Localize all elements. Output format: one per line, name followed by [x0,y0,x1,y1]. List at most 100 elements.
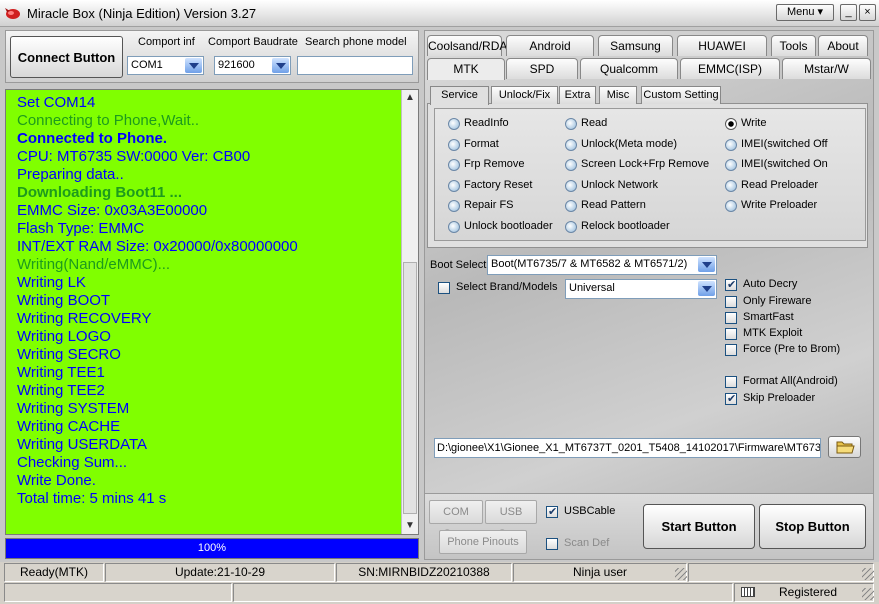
radio-dot[interactable] [565,179,577,192]
radio-dot[interactable] [448,138,460,151]
radio-dot[interactable] [448,159,460,171]
dropdown-arrow-icon[interactable] [185,58,202,73]
boot-select-dropdown[interactable]: Boot(MT6735/7 & MT6582 & MT6571/2) [487,255,717,275]
checkbox-box[interactable] [725,344,737,356]
checkbox-box[interactable] [725,328,737,340]
dropdown-arrow-icon[interactable] [272,58,289,73]
checkbox-box[interactable] [546,538,558,550]
stop-button[interactable]: Stop Button [759,504,866,549]
tab-android[interactable]: Android [506,35,594,56]
comport-inf-value: COM1 [131,59,163,71]
status-cell [4,583,232,602]
status-serial: SN:MIRNBIDZ20210388 [336,563,512,582]
status-update: Update:21-10-29 [105,563,335,582]
radio-label: Factory Reset [464,178,533,191]
select-brand-label: Select Brand/Models [456,281,558,293]
tab-tools[interactable]: Tools [771,35,816,56]
radio-label: Unlock Network [581,178,659,191]
radio-dot[interactable] [448,220,460,233]
log-scrollbar[interactable]: ▲ ▼ [401,90,418,534]
radio-dot[interactable] [448,118,460,130]
radio-label: Write Preloader [741,199,818,211]
checkbox-box[interactable] [438,282,450,294]
status-empty [688,563,874,582]
minimize-button[interactable]: _ [840,4,857,21]
radio-label: ReadInfo [464,117,509,129]
tab-mstar-w[interactable]: Mstar/W [782,58,871,79]
radio-dot[interactable] [725,159,737,171]
tab-coolsand-rda[interactable]: Coolsand/RDA [427,35,507,56]
tab-emmc-isp-[interactable]: EMMC(ISP) [680,58,780,79]
checkbox-box[interactable] [546,505,558,518]
checkbox-label: Format All(Android) [743,375,838,387]
radio-dot[interactable] [725,200,737,212]
subtab-unlock-fix[interactable]: Unlock/Fix [491,86,558,104]
firmware-path-input[interactable]: D:\gionee\X1\Gionee_X1_MT6737T_0201_T540… [434,438,821,458]
tab-about[interactable]: About [818,35,868,56]
log-line: Writing SECRO [17,346,121,363]
com-scan-button[interactable]: COM Scan [429,500,483,540]
tab-huawei[interactable]: HUAWEI [677,35,767,56]
dropdown-arrow-icon[interactable] [698,257,715,272]
radio-label: Read [581,117,608,129]
radio-label: Unlock bootloader [464,219,553,232]
scroll-down-icon[interactable]: ▼ [402,518,418,534]
status-bar: Ready(MTK) Update:21-10-29 SN:MIRNBIDZ20… [0,562,879,604]
usb-cable-label: USBCable [564,505,616,517]
tab-mtk[interactable]: MTK [427,58,505,80]
checkbox-box[interactable] [725,278,737,291]
tab-samsung[interactable]: Samsung [598,35,673,56]
baudrate-select[interactable]: 921600 [214,56,291,75]
radio-dot[interactable] [448,200,460,212]
start-button[interactable]: Start Button [643,504,755,549]
radio-dot[interactable] [565,200,577,212]
radio-label: Read Preloader [741,178,819,191]
radio-label: IMEI(switched On [741,158,828,170]
tab-spd[interactable]: SPD [506,58,578,79]
phone-model-search-input[interactable] [297,56,413,75]
radio-dot[interactable] [565,138,577,151]
baudrate-value: 921600 [218,59,255,71]
checkbox-label: MTK Exploit [743,327,803,339]
subtab-service[interactable]: Service [430,86,489,105]
browse-folder-button[interactable] [828,436,861,458]
menu-button[interactable]: Menu ▾ [776,4,834,21]
checkbox-box[interactable] [725,392,737,405]
subtab-misc[interactable]: Misc [599,86,637,104]
boot-select-label: Boot Select: [430,259,490,271]
phone-pinouts-button[interactable]: Phone Pinouts [439,530,527,554]
log-line: Total time: 5 mins 41 s [17,490,167,507]
status-cell [233,583,733,602]
radio-dot[interactable] [565,118,577,130]
scroll-thumb[interactable] [403,262,417,514]
checkbox-box[interactable] [725,296,737,308]
subtab-extra[interactable]: Extra [559,86,596,104]
miracle-box-window: Miracle Box (Ninja Edition) Version 3.27… [0,0,879,604]
log-line: Writing CACHE [17,418,121,435]
checkbox-box[interactable] [725,312,737,324]
radio-dot[interactable] [565,159,577,171]
radio-label: Relock bootloader [581,219,670,232]
radio-label: Screen Lock+Frp Remove [581,158,710,170]
brand-model-dropdown[interactable]: Universal [565,279,717,299]
comport-inf-select[interactable]: COM1 [127,56,204,75]
radio-dot[interactable] [725,118,737,130]
log-line: Connecting to Phone,Wait.. [17,112,200,129]
radio-dot[interactable] [565,220,577,233]
radio-dot[interactable] [725,179,737,192]
scroll-up-icon[interactable]: ▲ [402,90,418,106]
subtab-custom-setting[interactable]: Custom Setting [641,86,721,104]
checkbox-box[interactable] [725,376,737,388]
registered-label: Registered [779,585,838,599]
log-line: Flash Type: EMMC [17,220,145,237]
resize-grip-icon[interactable] [862,568,874,580]
usb-scan-button[interactable]: USB Scan [485,500,537,540]
resize-grip-icon[interactable] [862,588,874,600]
radio-dot[interactable] [448,179,460,192]
radio-label: Format [464,137,499,150]
radio-dot[interactable] [725,138,737,151]
connect-button[interactable]: Connect Button [10,36,123,78]
dropdown-arrow-icon[interactable] [698,281,715,296]
tab-qualcomm[interactable]: Qualcomm [580,58,678,79]
close-button[interactable]: × [859,4,876,21]
